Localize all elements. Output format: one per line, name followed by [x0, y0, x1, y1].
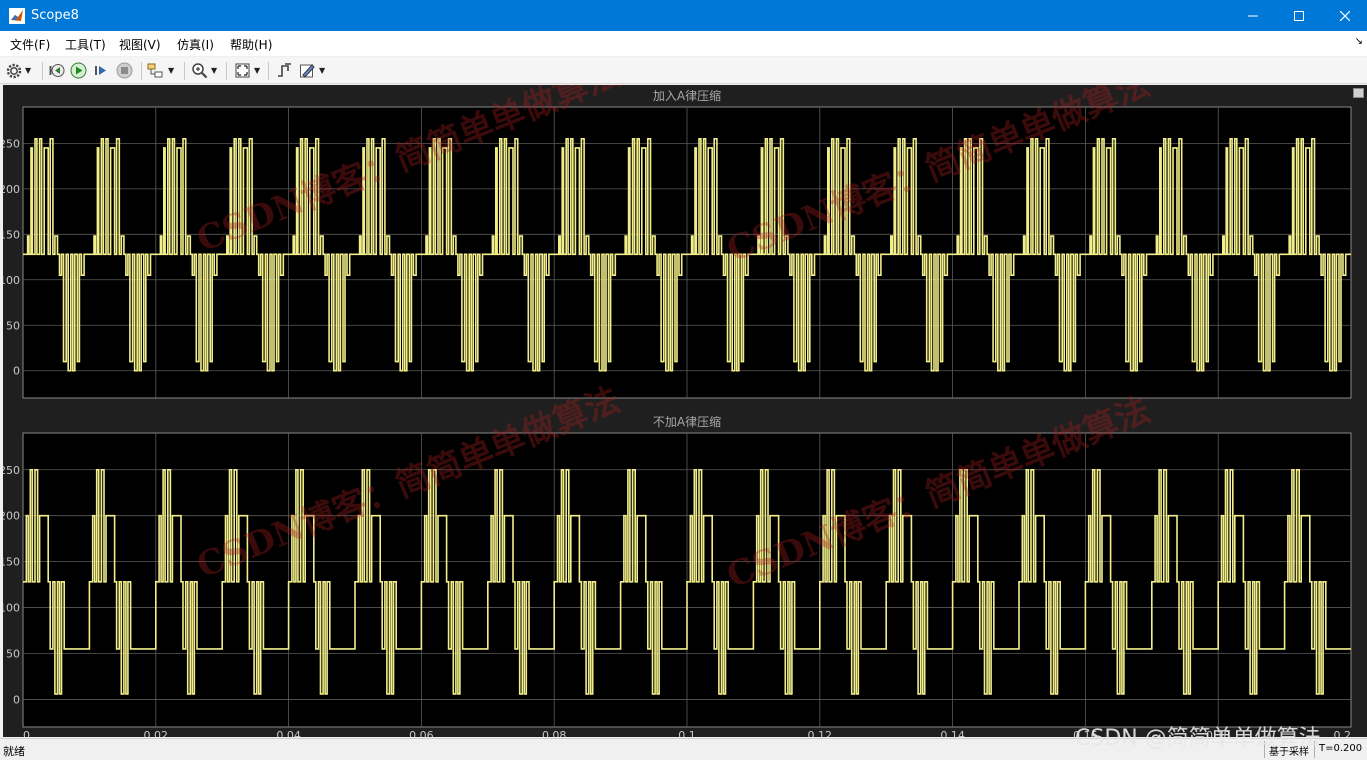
y-tick-label: 0: [13, 365, 20, 378]
autoscale-button[interactable]: ▼: [234, 60, 260, 81]
style-button[interactable]: ▼: [299, 60, 325, 81]
window-titlebar: Scope8: [0, 0, 1367, 31]
x-tick-label: 0.12: [808, 729, 833, 737]
step-forward-button[interactable]: [93, 60, 110, 81]
x-tick-label: 0.14: [940, 729, 965, 737]
x-tick-label: 0: [23, 729, 30, 737]
y-tick-label: 250: [3, 464, 20, 477]
stop-button[interactable]: [116, 60, 133, 81]
x-tick-label: 0.02: [144, 729, 169, 737]
close-button[interactable]: [1322, 0, 1367, 31]
menu-simulation[interactable]: 仿真(I): [177, 36, 214, 53]
matlab-app-icon: [9, 8, 25, 24]
x-tick-label: 0.08: [542, 729, 567, 737]
menu-help[interactable]: 帮助(H): [230, 36, 272, 53]
status-text: 就绪: [3, 745, 25, 758]
y-tick-label: 150: [3, 228, 20, 241]
scope-plot-area: 加入A律压缩050100150200250CSDN博客：简简单单做算法CSDN博…: [3, 85, 1367, 737]
style-icon: [300, 64, 315, 78]
plot-title: 加入A律压缩: [653, 88, 721, 103]
step-back-button[interactable]: [48, 60, 65, 81]
stop-icon: [116, 62, 133, 79]
triggers-icon: [278, 63, 291, 77]
zoom-in-icon: [192, 63, 208, 79]
x-tick-label: 0.2: [1334, 729, 1352, 737]
watermark-text: CSDN @简简单单做算法: [1075, 726, 1321, 751]
step-back-icon: [49, 64, 65, 77]
y-tick-label: 250: [3, 137, 20, 150]
y-tick-label: 100: [3, 602, 20, 615]
menu-view[interactable]: 视图(V): [119, 36, 161, 53]
plot-title: 不加A律压缩: [653, 414, 721, 429]
settings-button[interactable]: ▼: [6, 60, 31, 81]
y-tick-label: 50: [6, 319, 20, 332]
autoscale-icon: [235, 63, 250, 78]
x-tick-label: 0.1: [678, 729, 696, 737]
run-icon: [70, 62, 87, 79]
x-tick-label: 0.04: [276, 729, 301, 737]
menu-tools[interactable]: 工具(T): [65, 36, 106, 53]
window-title: Scope8: [31, 8, 79, 23]
run-button[interactable]: [70, 60, 87, 81]
minimize-button[interactable]: [1230, 0, 1276, 31]
scope-panel-2: 不加A律压缩 0 50 100 150 200 250 0 0.02 0.04 0.06 0.08 0.…: [3, 380, 1352, 737]
menu-bar: 文件(F) 工具(T) 视图(V) 仿真(I) 帮助(H) ↘: [0, 31, 1367, 56]
maximize-icon: [1294, 11, 1304, 21]
x-tick-label: 0.06: [409, 729, 434, 737]
triggers-button[interactable]: [276, 60, 293, 81]
toolbar: ▼ ▼ ▼ ▼ ▼: [0, 57, 1367, 84]
menu-file[interactable]: 文件(F): [10, 36, 50, 53]
maximize-button[interactable]: [1276, 0, 1322, 31]
dock-toggle-icon[interactable]: [1353, 88, 1364, 98]
highlight-block-button[interactable]: ▼: [147, 60, 174, 81]
y-tick-label: 0: [13, 693, 20, 706]
step-forward-icon: [95, 66, 106, 75]
y-tick-label: 50: [6, 648, 20, 661]
minimize-icon: [1248, 15, 1258, 17]
settings-icon: [6, 63, 22, 78]
y-tick-label: 200: [3, 183, 20, 196]
undock-icon[interactable]: ↘: [1355, 36, 1363, 47]
close-icon: [1339, 10, 1351, 22]
simulation-time: T=0.200: [1319, 743, 1363, 754]
y-tick-label: 100: [3, 274, 20, 287]
highlight-block-icon: [147, 63, 163, 78]
plots-svg: 加入A律压缩050100150200250CSDN博客：简简单单做算法CSDN博…: [3, 85, 1352, 737]
zoom-button[interactable]: ▼: [191, 60, 217, 81]
y-tick-label: 150: [3, 556, 20, 569]
scope-panel-1: 加入A律压缩050100150200250CSDN博客：简简单单做算法CSDN博…: [3, 85, 1352, 399]
y-tick-label: 200: [3, 510, 20, 523]
